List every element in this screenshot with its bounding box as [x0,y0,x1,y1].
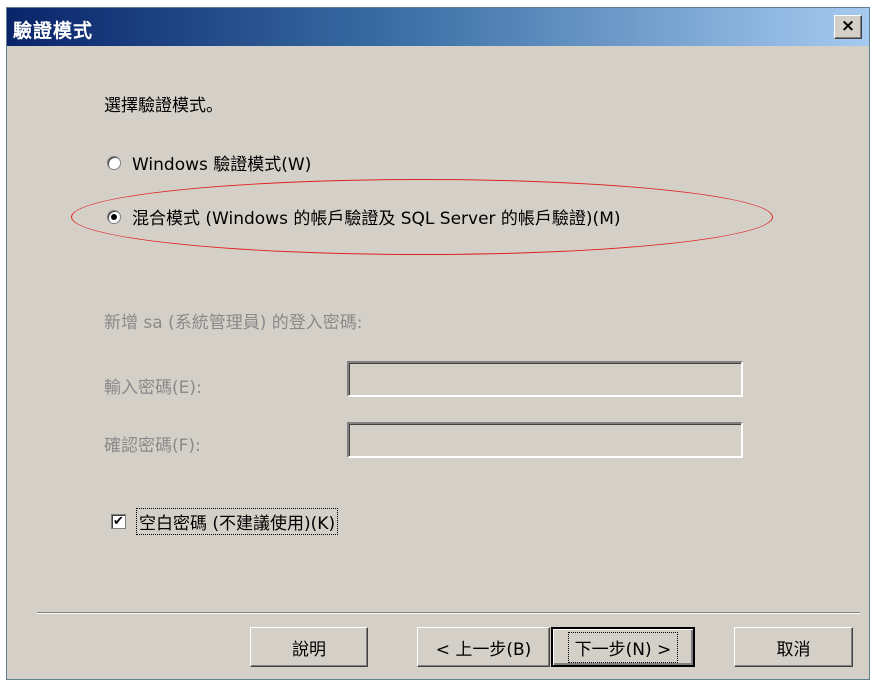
windows-auth-label: Windows 驗證模式(W) [132,155,312,175]
back-button-label: < 上一步(B) [435,639,532,660]
next-button[interactable]: 下一步(N) > [551,627,695,667]
enter-password-label: 輸入密碼(E): [104,378,202,398]
auth-mode-dialog: 驗證模式 × 選擇驗證模式。 Windows 驗證模式(W) 混合模式 (Win… [6,7,870,680]
cancel-button[interactable]: 取消 [734,627,853,667]
help-button[interactable]: 說明 [250,627,368,667]
blank-password-option[interactable]: ✔ 空白密碼 (不建議使用)(K) [111,508,339,535]
highlight-ellipse [71,179,773,255]
blank-password-checkbox[interactable]: ✔ [111,514,126,529]
dialog-title: 驗證模式 [13,20,94,42]
blank-password-label: 空白密碼 (不建議使用)(K) [136,508,339,535]
next-button-label: 下一步(N) > [567,631,679,663]
password-group-label: 新增 sa (系統管理員) 的登入密碼: [104,313,363,333]
checkmark-icon: ✔ [113,514,124,529]
help-button-label: 說明 [292,639,326,660]
button-separator [37,612,860,614]
confirm-password-label: 確認密碼(F): [104,436,201,456]
windows-auth-radio[interactable] [107,155,121,170]
enter-password-input[interactable] [347,361,743,397]
instruction-text: 選擇驗證模式。 [104,96,223,116]
title-bar[interactable]: 驗證模式 × [7,8,869,46]
cancel-button-label: 取消 [776,639,811,660]
windows-auth-radio-option[interactable]: Windows 驗證模式(W) [107,150,311,175]
back-button[interactable]: < 上一步(B) [417,627,550,667]
close-button[interactable]: × [834,15,862,39]
confirm-password-input[interactable] [347,422,743,458]
close-icon: × [840,16,856,36]
